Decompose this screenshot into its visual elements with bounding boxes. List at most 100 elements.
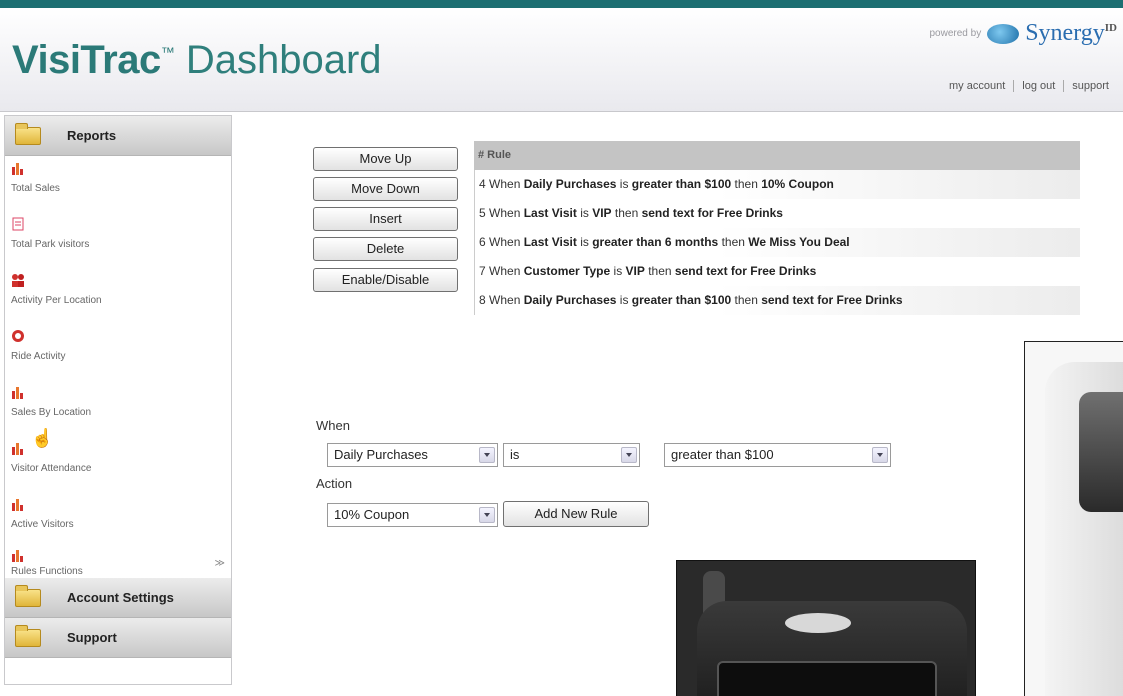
table-row[interactable]: 4 When Daily Purchases is greater than $… — [474, 170, 1080, 199]
sidebar-item-total-sales[interactable]: Total Sales — [5, 156, 231, 212]
sidebar-item-label: Rules Functions — [11, 566, 83, 577]
sidebar-item-total-park-visitors[interactable]: Total Park visitors — [5, 212, 231, 268]
sidebar-section-label: Reports — [67, 128, 117, 143]
rule-condition: VIP — [592, 206, 612, 220]
delete-button[interactable]: Delete — [313, 237, 458, 261]
sidebar-item-label: Activity Per Location — [11, 295, 102, 306]
rule-number: 7 — [479, 264, 486, 278]
device-screen — [1079, 392, 1123, 512]
table-row[interactable]: 7 When Customer Type is VIP then send te… — [474, 257, 1080, 286]
rule-when: When — [489, 235, 524, 249]
people-icon — [12, 274, 24, 287]
sidebar-item-label: Sales By Location — [11, 407, 92, 418]
chevron-down-icon — [872, 447, 888, 463]
add-new-rule-button[interactable]: Add New Rule — [503, 501, 649, 527]
rule-then: then — [731, 293, 762, 307]
rule-when: When — [489, 206, 524, 220]
table-row[interactable]: 5 When Last Visit is VIP then send text … — [474, 199, 1080, 228]
trademark-symbol: ™ — [160, 44, 175, 60]
powered-by-text: powered by — [929, 28, 982, 39]
when-label: When — [316, 418, 350, 433]
partner-suffix: ID — [1104, 22, 1117, 34]
rule-condition: greater than 6 months — [592, 235, 719, 249]
sidebar-item-label: Ride Activity — [11, 351, 66, 362]
app-header: VisiTrac™ Dashboard powered by SynergyID… — [0, 8, 1123, 112]
rule-then: then — [731, 177, 762, 191]
enable-disable-button[interactable]: Enable/Disable — [313, 268, 458, 292]
sidebar-item-ride-activity[interactable]: Ride Activity — [5, 324, 231, 380]
rule-number: 5 — [479, 206, 486, 220]
rule-action: 10% Coupon — [761, 177, 834, 191]
powered-by-logo: powered by SynergyID — [930, 20, 1118, 47]
chevron-down-icon — [479, 447, 495, 463]
rule-when: When — [489, 264, 524, 278]
rules-table: # Rule 4 When Daily Purchases is greater… — [474, 141, 1080, 315]
document-icon — [12, 217, 24, 231]
sidebar: Reports Total Sales Total Park visitors … — [4, 115, 232, 685]
sidebar-section-label: Account Settings — [67, 590, 174, 605]
action-label: Action — [316, 476, 353, 491]
top-accent-stripe — [0, 0, 1123, 8]
bar-chart-icon — [12, 163, 23, 175]
circle-icon — [12, 330, 24, 342]
sidebar-item-label: Active Visitors — [11, 519, 74, 530]
rule-is: is — [610, 264, 626, 278]
operator-select[interactable]: is — [503, 443, 640, 467]
table-row[interactable]: 8 When Daily Purchases is greater than $… — [474, 286, 1080, 315]
log-out-link[interactable]: log out — [1013, 80, 1063, 92]
page-title: VisiTrac™ Dashboard — [12, 38, 382, 83]
sidebar-item-label: Visitor Attendance — [11, 463, 92, 474]
bar-chart-icon — [12, 387, 23, 399]
sidebar-item-label: Total Park visitors — [11, 239, 90, 250]
sidebar-item-label: Total Sales — [11, 183, 60, 194]
rule-number: 6 — [479, 235, 486, 249]
sidebar-item-rules-functions[interactable]: Rules Functions ≫ — [5, 548, 231, 578]
rule-condition: greater than $100 — [631, 177, 732, 191]
top-links: my account log out support — [941, 80, 1117, 92]
condition-select[interactable]: greater than $100 — [664, 443, 891, 467]
collapse-icon[interactable]: ≫ — [215, 558, 225, 569]
my-account-link[interactable]: my account — [941, 80, 1013, 92]
rule-when: When — [489, 177, 524, 191]
rule-when: When — [489, 293, 524, 307]
rule-number: 4 — [479, 177, 486, 191]
move-up-button[interactable]: Move Up — [313, 147, 458, 171]
rule-action: send text for Free Drinks — [641, 206, 783, 220]
sidebar-item-active-visitors[interactable]: Active Visitors — [5, 492, 231, 548]
action-select[interactable]: 10% Coupon — [327, 503, 498, 527]
support-link[interactable]: support — [1063, 80, 1117, 92]
bar-chart-icon — [12, 499, 23, 511]
table-row[interactable]: 6 When Last Visit is greater than 6 mont… — [474, 228, 1080, 257]
condition-select-value: greater than $100 — [671, 447, 774, 462]
hand-cursor-icon: ☝ — [31, 428, 54, 448]
field-select[interactable]: Daily Purchases — [327, 443, 498, 467]
sidebar-section-reports[interactable]: Reports — [5, 116, 231, 156]
bar-chart-icon — [12, 550, 23, 562]
folder-icon — [15, 584, 41, 607]
rule-action: send text for Free Drinks — [674, 264, 817, 278]
rule-number: 8 — [479, 293, 486, 307]
rule-is: is — [616, 293, 632, 307]
folder-icon — [15, 624, 41, 647]
rule-then: then — [644, 264, 675, 278]
rule-is: is — [616, 177, 632, 191]
action-select-value: 10% Coupon — [334, 507, 410, 522]
sidebar-section-support[interactable]: Support — [5, 618, 231, 658]
sidebar-item-visitor-attendance[interactable]: ☝ Visitor Attendance — [5, 428, 231, 492]
rule-condition: VIP — [625, 264, 645, 278]
sidebar-item-activity-per-location[interactable]: Activity Per Location — [5, 268, 231, 324]
device-photo — [1024, 341, 1123, 696]
rule-then: then — [611, 206, 642, 220]
rules-table-header: # Rule — [474, 141, 1080, 170]
bar-chart-icon — [12, 443, 23, 455]
rule-field: Daily Purchases — [523, 177, 617, 191]
rule-field: Daily Purchases — [523, 293, 617, 307]
rule-is: is — [576, 235, 593, 249]
rule-then: then — [718, 235, 749, 249]
phone-screen — [717, 661, 937, 696]
rule-condition: greater than $100 — [631, 293, 732, 307]
insert-button[interactable]: Insert — [313, 207, 458, 231]
sidebar-section-account-settings[interactable]: Account Settings — [5, 578, 231, 618]
rule-is: is — [576, 206, 593, 220]
move-down-button[interactable]: Move Down — [313, 177, 458, 201]
